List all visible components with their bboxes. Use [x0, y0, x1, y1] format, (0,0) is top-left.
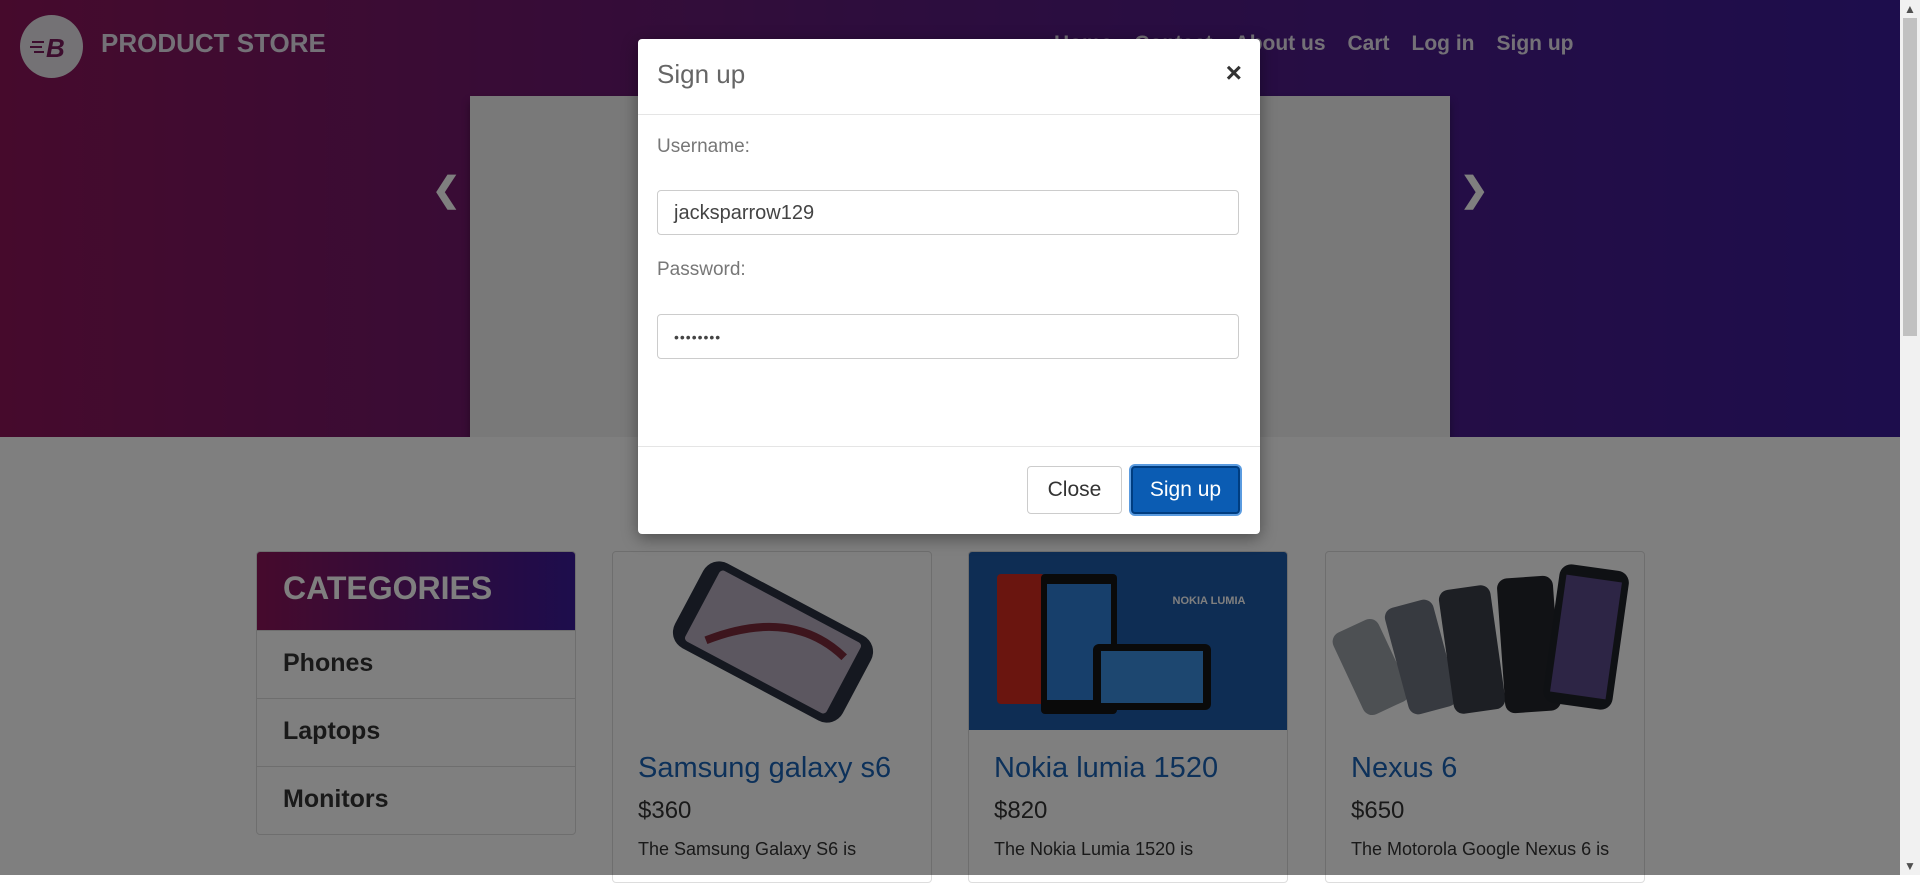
signup-button[interactable]: Sign up	[1131, 466, 1240, 514]
password-input[interactable]: ••••••••	[657, 314, 1239, 359]
modal-header: Sign up ×	[638, 39, 1260, 115]
modal-footer: Close Sign up	[638, 446, 1260, 535]
scrollbar-thumb[interactable]	[1903, 18, 1917, 336]
username-input[interactable]: jacksparrow129	[657, 190, 1239, 235]
scroll-up-icon[interactable]: ▲	[1904, 2, 1916, 16]
page-scrollbar[interactable]: ▲ ▼	[1900, 0, 1920, 875]
scroll-down-icon[interactable]: ▼	[1904, 859, 1916, 873]
modal-title: Sign up	[657, 59, 746, 89]
password-label: Password:	[657, 259, 746, 280]
close-icon[interactable]: ×	[1226, 57, 1242, 89]
username-label: Username:	[657, 136, 750, 157]
signup-modal: Sign up × Username: jacksparrow129 Passw…	[638, 39, 1260, 534]
close-button[interactable]: Close	[1027, 466, 1122, 514]
